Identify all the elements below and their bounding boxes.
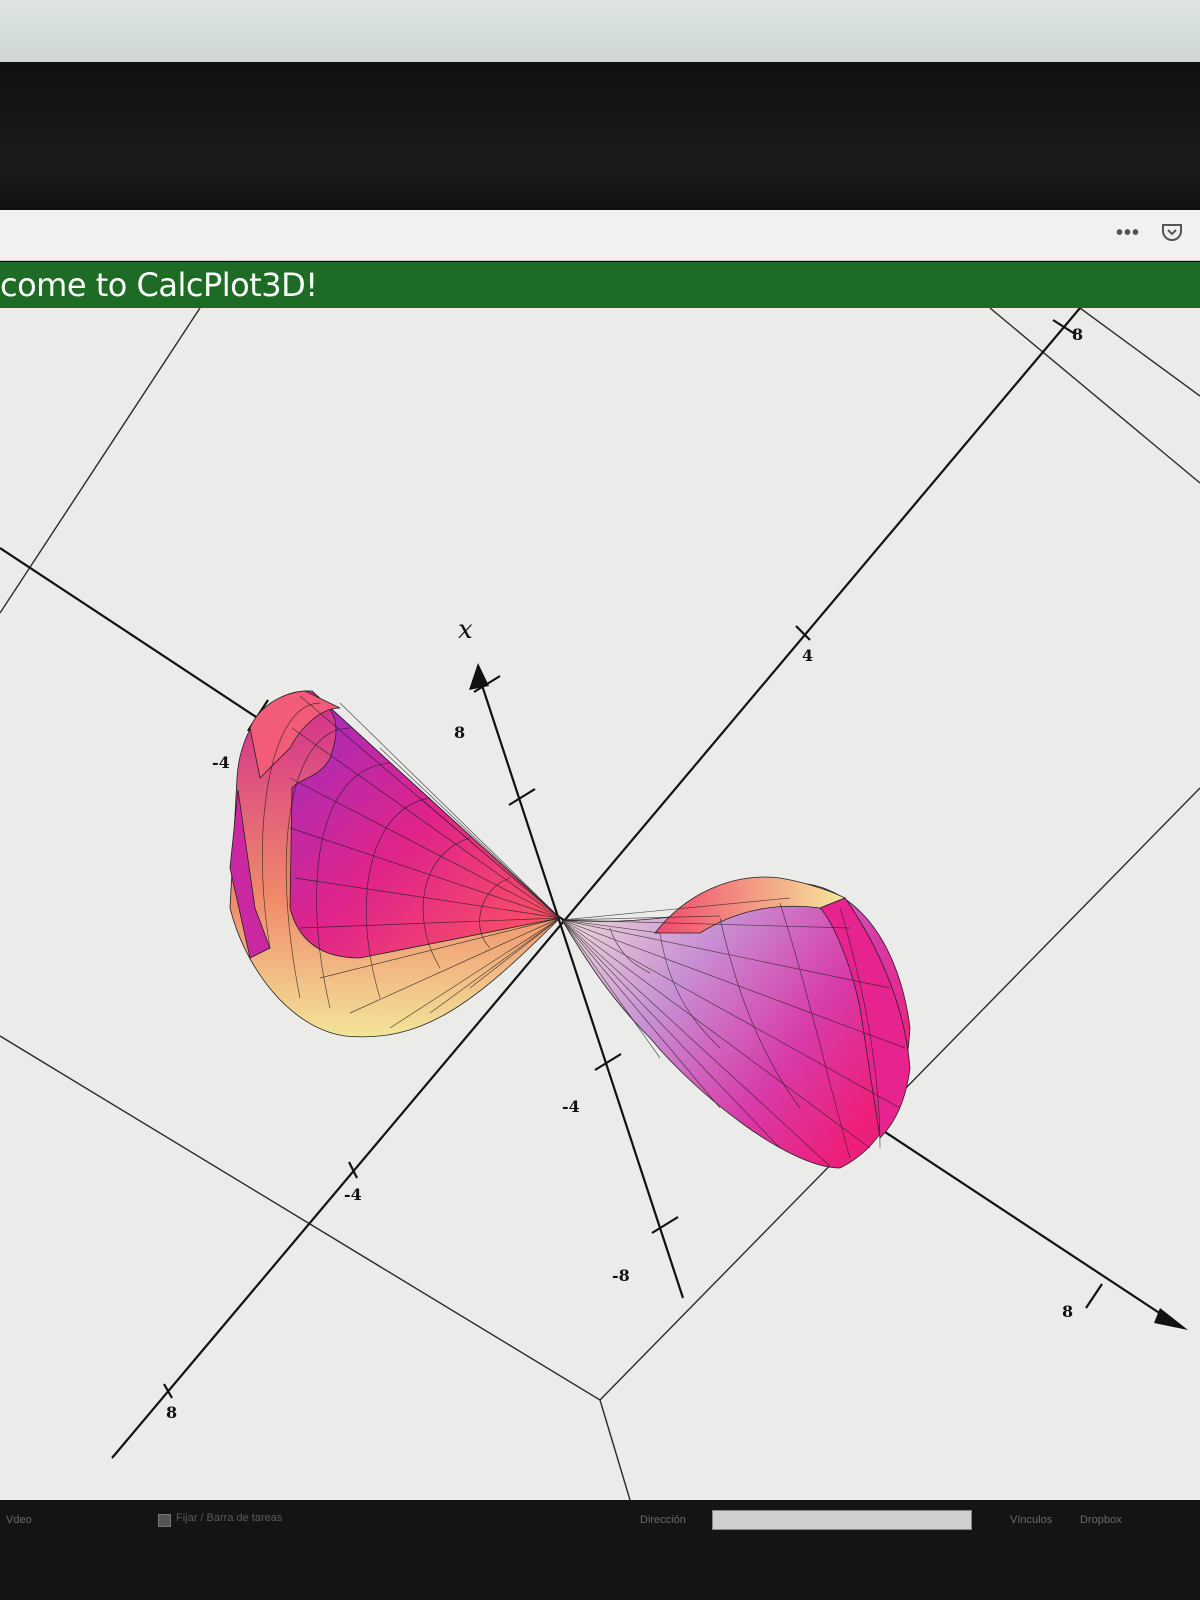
plot-canvas[interactable]: x 8 4 -4 8 -4 -4 -8 8 8 [0,308,1200,1500]
taskbar: Vdeo Fijar / Barra de tareas Dirección V… [0,1500,1200,1600]
axes [0,308,1171,1459]
direction-label: Dirección [640,1514,686,1526]
tick-label-left-neg4: -4 [212,753,230,772]
tick-label-bottom-left-8: 8 [166,1403,177,1422]
background-wall [0,0,1200,62]
more-icon[interactable]: ••• [1116,222,1140,245]
status-text: Vdeo [6,1514,32,1526]
tick-label-lower-left-neg4: -4 [344,1185,362,1204]
links-toolbar-label[interactable]: Vínculos [1010,1514,1052,1526]
app-title-bar: come to CalcPlot3D! [0,262,1200,308]
monitor-bezel [0,62,1200,210]
tick-label-x-neg8: -8 [612,1266,630,1285]
surface-right [561,876,911,1169]
dropbox-toolbar-label[interactable]: Dropbox [1080,1514,1122,1526]
tick-label-x-8: 8 [454,723,465,742]
x-axis-label: x [458,615,473,645]
browser-toolbar: ••• [0,210,1200,261]
status-checkbox[interactable] [158,1514,171,1527]
tick-label-upper-right-8: 8 [1072,325,1083,344]
tick-label-upper-right-4: 4 [802,646,813,665]
tick-label-x-neg4: -4 [562,1097,580,1116]
x-axis-arrowhead [469,663,489,690]
plot-area[interactable]: x 8 4 -4 8 -4 -4 -8 8 8 [0,308,1200,1500]
direction-input[interactable] [712,1510,972,1530]
status-checkbox-label: Fijar / Barra de tareas [176,1512,283,1524]
tick-label-lower-right-8: 8 [1062,1302,1073,1321]
bounding-box [0,308,1200,1500]
pocket-icon[interactable] [1160,220,1184,244]
app-title: come to CalcPlot3D! [0,266,318,304]
z-axis-arrowhead [1154,1308,1188,1330]
